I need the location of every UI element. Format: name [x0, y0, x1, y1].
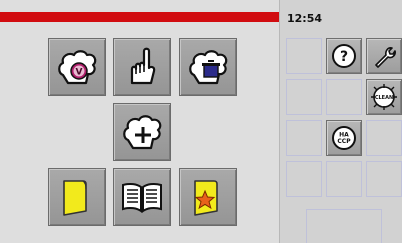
cleaning-button[interactable]: CLEAN: [366, 79, 402, 115]
cleaning-icon: CLEAN: [371, 84, 397, 110]
chef-hat-pot-icon: [189, 50, 228, 85]
status-stripe: [0, 12, 279, 22]
empty-slot: [286, 79, 322, 115]
recipe-book-button[interactable]: [113, 168, 171, 226]
vegetarian-recipes-button[interactable]: V: [48, 38, 106, 96]
empty-slot: [326, 161, 362, 197]
manual-cooking-button[interactable]: [113, 38, 171, 96]
add-recipe-button[interactable]: [113, 103, 171, 161]
svg-text:CLEAN: CLEAN: [375, 95, 393, 101]
folder-button[interactable]: [48, 168, 106, 226]
clock: 12:54: [287, 12, 323, 25]
help-button[interactable]: ?: [326, 38, 362, 74]
chef-hat-plus-icon: [123, 115, 162, 150]
empty-slot: [286, 161, 322, 197]
empty-slot: [366, 161, 402, 197]
empty-slot: [326, 79, 362, 115]
help-icon: ?: [332, 44, 356, 68]
haccp-button[interactable]: HA CCP: [326, 120, 362, 156]
haccp-icon: HA CCP: [332, 126, 356, 150]
wrench-icon: [375, 47, 396, 68]
svg-text:?: ?: [340, 49, 348, 65]
svg-text:V: V: [76, 68, 83, 78]
empty-slot: [366, 120, 402, 156]
empty-slot: [286, 120, 322, 156]
chef-hat-v-icon: V: [58, 50, 97, 85]
yellow-folder-icon: [63, 180, 87, 216]
main-menu-panel: V: [0, 0, 280, 243]
open-book-icon: [122, 182, 162, 213]
hand-pointing-icon: [130, 47, 156, 85]
cooking-program-button[interactable]: [179, 38, 237, 96]
favorites-folder-button[interactable]: [179, 168, 237, 226]
svg-text:CCP: CCP: [337, 138, 351, 145]
empty-slot-wide: [306, 209, 382, 243]
folder-star-icon: [194, 180, 218, 216]
service-settings-button[interactable]: [366, 38, 402, 74]
empty-slot: [286, 38, 322, 74]
